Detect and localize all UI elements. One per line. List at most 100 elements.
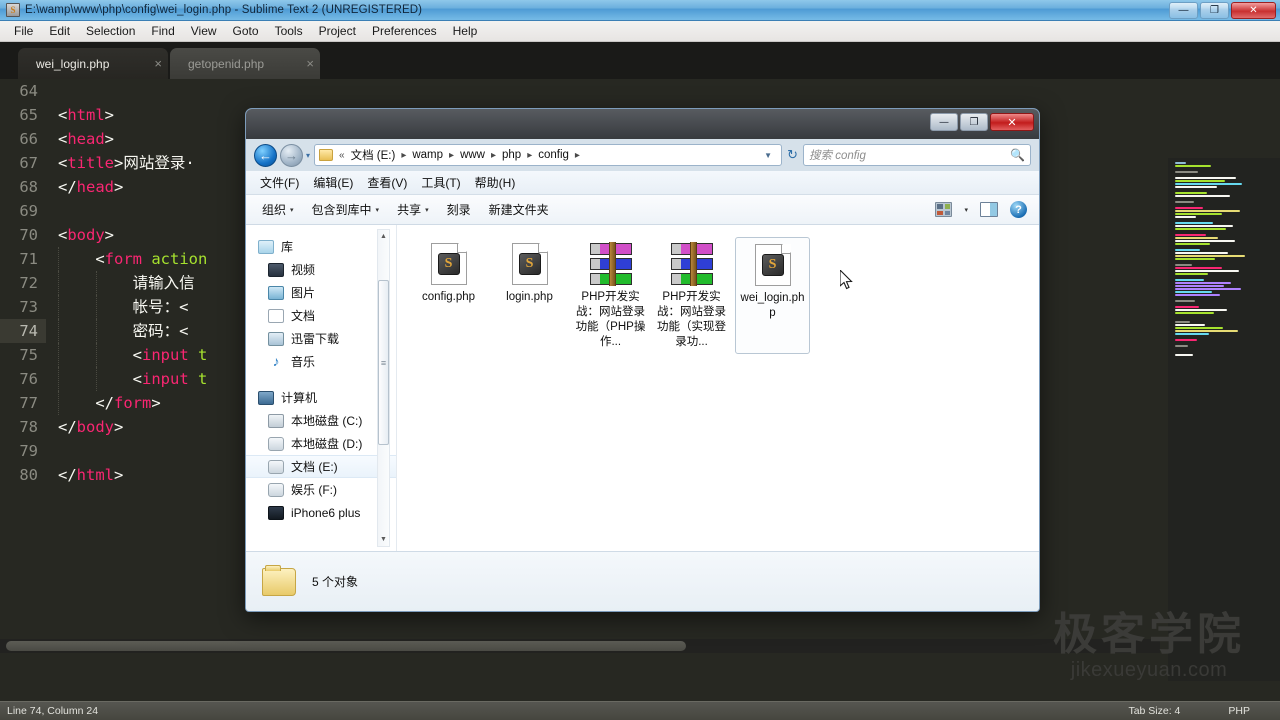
editor-minimize-button[interactable]: —: [1169, 2, 1198, 19]
editor-menu-edit[interactable]: Edit: [41, 22, 78, 40]
sidebar-item[interactable]: 文档 (E:): [246, 455, 396, 478]
search-input[interactable]: 搜索 config: [809, 147, 866, 163]
preview-pane-icon[interactable]: [980, 202, 998, 217]
address-overflow-icon[interactable]: «: [337, 150, 347, 161]
sidebar-item[interactable]: 本地磁盘 (C:): [246, 409, 396, 432]
code-token-tag: html: [76, 466, 114, 484]
explorer-maximize-button[interactable]: ❐: [960, 113, 988, 131]
toolbar-button[interactable]: 刻录: [447, 201, 471, 218]
sidebar-group-label: 库: [281, 240, 294, 254]
editor-horizontal-scrollbar[interactable]: [0, 639, 1160, 653]
file-list[interactable]: Sconfig.php Slogin.php PHP开发实战：网站登录功能（PHP操…: [396, 225, 1039, 551]
toolbar-button[interactable]: 新建文件夹: [489, 201, 549, 218]
explorer-title-bar[interactable]: — ❐ ✕: [246, 109, 1039, 139]
chevron-down-icon[interactable]: ▾: [425, 206, 429, 214]
minimap-line: [1175, 327, 1223, 329]
explorer-menu-item[interactable]: 帮助(H): [475, 174, 516, 191]
breadcrumb-separator-icon[interactable]: ▸: [525, 150, 534, 161]
file-item[interactable]: Sconfig.php: [411, 237, 486, 354]
file-item[interactable]: PHP开发实战：网站登录功能（实现登录功...: [654, 237, 729, 354]
sidebar-item[interactable]: ♪ 音乐: [246, 350, 396, 373]
sidebar-item[interactable]: 娱乐 (F:): [246, 478, 396, 501]
editor-menu-help[interactable]: Help: [445, 22, 486, 40]
help-icon[interactable]: ?: [1010, 201, 1027, 218]
sidebar-group-header[interactable]: 计算机: [246, 386, 396, 409]
breadcrumb-item[interactable]: php: [499, 148, 524, 162]
back-icon[interactable]: ←: [254, 143, 277, 167]
editor-menu-selection[interactable]: Selection: [78, 22, 143, 40]
explorer-menu-item[interactable]: 文件(F): [260, 174, 299, 191]
editor-menu-project[interactable]: Project: [311, 22, 364, 40]
sidebar-item[interactable]: 文档: [246, 304, 396, 327]
sidebar-scroll-up-icon[interactable]: ▲: [378, 230, 389, 243]
explorer-menu-item[interactable]: 编辑(E): [313, 174, 353, 191]
file-explorer-window[interactable]: — ❐ ✕ ← → ▾ «文档 (E:) ▸ wamp ▸ www ▸ php ▸ config…: [245, 108, 1040, 612]
address-bar[interactable]: «文档 (E:) ▸ wamp ▸ www ▸ php ▸ config ▸ ▼: [314, 144, 783, 166]
editor-menu-find[interactable]: Find: [143, 22, 182, 40]
toolbar-button[interactable]: 共享 ▾: [397, 201, 429, 218]
file-item[interactable]: Slogin.php: [492, 237, 567, 354]
sidebar-item[interactable]: iPhone6 plus: [246, 501, 396, 524]
explorer-minimize-button[interactable]: —: [930, 113, 958, 131]
code-token-punc: <: [132, 346, 142, 364]
change-view-caret-icon[interactable]: ▾: [964, 206, 968, 214]
sidebar-scroll-thumb[interactable]: [378, 280, 389, 445]
editor-hscroll-thumb[interactable]: [6, 641, 686, 651]
code-token-punc: </: [58, 466, 77, 484]
editor-tab[interactable]: wei_login.php ×: [18, 48, 168, 79]
sidebar-scrollbar[interactable]: ▲ ▼: [377, 229, 390, 547]
address-history-caret-icon[interactable]: ▼: [759, 151, 777, 160]
change-view-icon[interactable]: [935, 202, 953, 217]
sidebar-item-label: 迅雷下载: [291, 332, 340, 346]
forward-icon[interactable]: →: [280, 143, 303, 167]
refresh-icon[interactable]: ↻: [787, 147, 798, 163]
sidebar-scroll-down-icon[interactable]: ▼: [378, 533, 389, 546]
tab-size-label[interactable]: Tab Size: 4: [1128, 705, 1180, 717]
breadcrumb-separator-icon[interactable]: ▸: [573, 150, 582, 161]
breadcrumb-item[interactable]: wamp: [409, 148, 446, 162]
editor-menu-tools[interactable]: Tools: [267, 22, 311, 40]
breadcrumb-separator-icon[interactable]: ▸: [399, 150, 408, 161]
code-token-attr: t: [198, 370, 208, 388]
sidebar-item[interactable]: 本地磁盘 (D:): [246, 432, 396, 455]
toolbar-button[interactable]: 组织 ▾: [262, 201, 294, 218]
editor-menu-view[interactable]: View: [183, 22, 225, 40]
code-token-punc: >: [151, 394, 161, 412]
editor-menu-file[interactable]: File: [6, 22, 41, 40]
close-icon[interactable]: ×: [278, 56, 314, 71]
file-name-label: wei_login.php: [740, 292, 805, 319]
sidebar-item[interactable]: 迅雷下载: [246, 327, 396, 350]
recent-pages-caret-icon[interactable]: ▾: [306, 151, 310, 160]
breadcrumb-item[interactable]: 文档 (E:): [348, 146, 399, 164]
sidebar-item[interactable]: 图片: [246, 281, 396, 304]
toolbar-button[interactable]: 包含到库中 ▾: [312, 201, 380, 218]
search-icon[interactable]: 🔍: [1010, 148, 1025, 162]
chevron-down-icon[interactable]: ▾: [376, 206, 380, 214]
chevron-down-icon[interactable]: ▾: [290, 206, 294, 214]
line-number: 68: [19, 178, 38, 196]
file-item[interactable]: PHP开发实战：网站登录功能（PHP操作...: [573, 237, 648, 354]
code-token-punc: >: [114, 178, 124, 196]
editor-tab[interactable]: getopenid.php ×: [170, 48, 320, 79]
breadcrumb-separator-icon[interactable]: ▸: [489, 150, 498, 161]
editor-close-button[interactable]: ✕: [1231, 2, 1276, 19]
navigation-pane[interactable]: 库视频 图片 文档迅雷下载 ♪ 音乐计算机 本地磁盘 (C:) 本地磁盘 (D:) 文档 (E…: [246, 225, 396, 551]
editor-menu-goto[interactable]: Goto: [225, 22, 267, 40]
file-item[interactable]: Swei_login.php: [735, 237, 810, 354]
explorer-menu-item[interactable]: 查看(V): [367, 174, 407, 191]
editor-maximize-button[interactable]: ❐: [1200, 2, 1229, 19]
syntax-label[interactable]: PHP: [1228, 705, 1250, 717]
close-icon[interactable]: ×: [126, 56, 162, 71]
breadcrumb-item[interactable]: www: [457, 148, 488, 162]
explorer-menu-item[interactable]: 工具(T): [421, 174, 460, 191]
code-line[interactable]: 64: [0, 79, 1160, 103]
sidebar-group-header[interactable]: 库: [246, 235, 396, 258]
breadcrumb-item[interactable]: config: [535, 148, 572, 162]
code-minimap[interactable]: [1168, 158, 1280, 681]
code-text: <input t: [46, 367, 208, 391]
explorer-close-button[interactable]: ✕: [990, 113, 1034, 131]
breadcrumb-separator-icon[interactable]: ▸: [447, 150, 456, 161]
editor-menu-preferences[interactable]: Preferences: [364, 22, 445, 40]
search-box[interactable]: 搜索 config 🔍: [803, 144, 1031, 166]
sidebar-item[interactable]: 视频: [246, 258, 396, 281]
